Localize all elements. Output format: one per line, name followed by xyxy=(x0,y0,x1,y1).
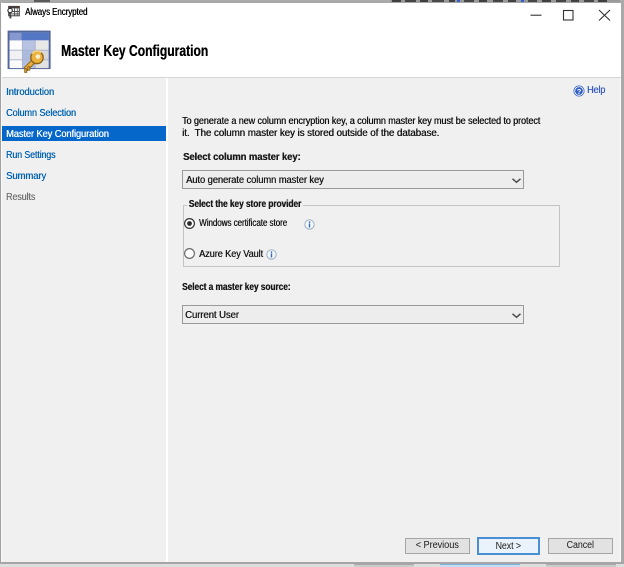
svg-text:?: ? xyxy=(577,86,582,95)
